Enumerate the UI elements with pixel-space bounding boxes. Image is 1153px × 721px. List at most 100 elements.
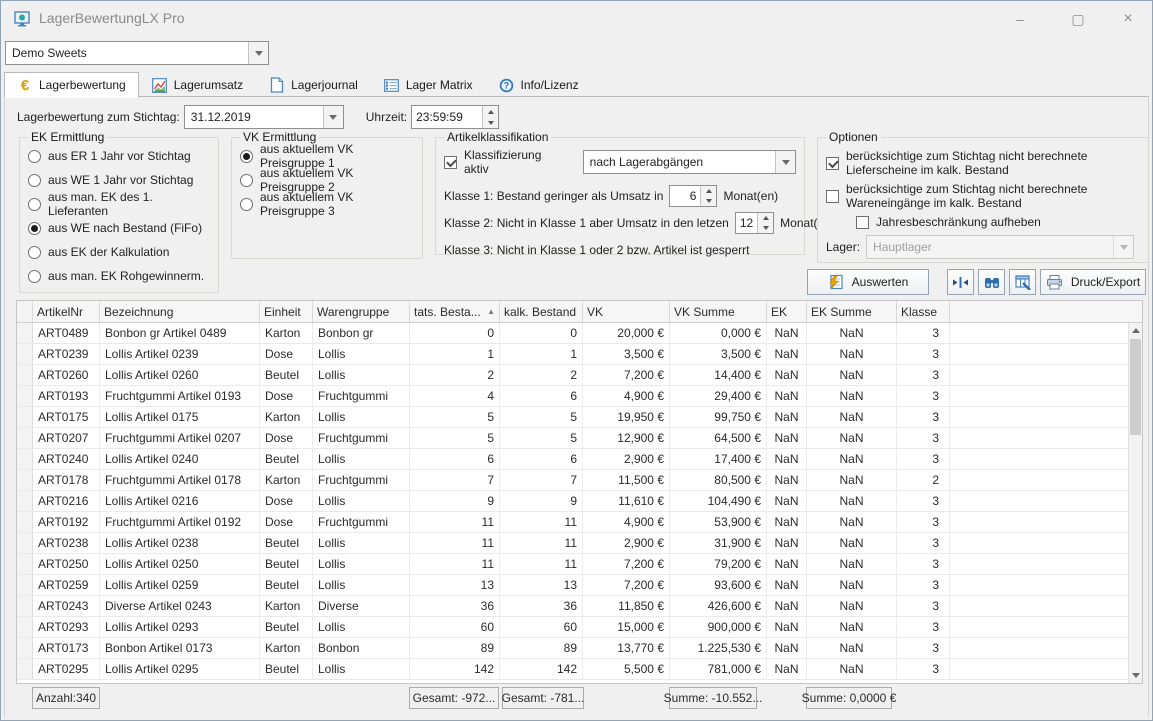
- stichtag-date-select[interactable]: 31.12.2019: [184, 105, 344, 129]
- column-header-vk_summe[interactable]: VK Summe: [670, 301, 767, 322]
- row-selector-cell[interactable]: [17, 386, 33, 406]
- table-row[interactable]: ART0295Lollis Artikel 0295BeutelLollis14…: [17, 659, 1142, 680]
- row-selector-cell[interactable]: [17, 407, 33, 427]
- column-header-ek[interactable]: EK: [767, 301, 807, 322]
- tab-lagerumsatz[interactable]: Lagerumsatz: [139, 73, 256, 97]
- checkbox-checked-icon[interactable]: [826, 157, 839, 170]
- uhrzeit-spinner[interactable]: [482, 106, 498, 128]
- row-selector-cell[interactable]: [17, 428, 33, 448]
- option-checkbox-2[interactable]: berücksichtige zum Stichtag nicht berech…: [826, 182, 1140, 210]
- klasse2-spinner[interactable]: [757, 213, 773, 233]
- radio-icon[interactable]: [28, 198, 41, 211]
- spin-down-icon[interactable]: [701, 196, 716, 206]
- radio-icon[interactable]: [28, 246, 41, 259]
- radio-icon[interactable]: [28, 270, 41, 283]
- spin-up-icon[interactable]: [701, 186, 716, 196]
- column-header-ek_summe[interactable]: EK Summe: [807, 301, 897, 322]
- row-selector-cell[interactable]: [17, 596, 33, 616]
- maximize-button[interactable]: ▢: [1066, 7, 1090, 31]
- radio-option-ek_ermittlung-6[interactable]: aus man. EK Rohgewinnerm.: [28, 264, 210, 288]
- row-selector-cell[interactable]: [17, 659, 33, 679]
- radio-option-vk_ermittlung-3[interactable]: aus aktuellem VK Preisgruppe 3: [240, 192, 414, 216]
- row-selector-cell[interactable]: [17, 470, 33, 490]
- column-header-tats_bestand[interactable]: tats. Besta...▲: [410, 301, 500, 322]
- search-button[interactable]: [978, 269, 1005, 295]
- tab-lagerbewertung[interactable]: €Lagerbewertung: [4, 72, 139, 98]
- column-header-vk[interactable]: VK: [583, 301, 670, 322]
- table-row[interactable]: ART0243Diverse Artikel 0243KartonDiverse…: [17, 596, 1142, 617]
- customize-columns-button[interactable]: [1009, 269, 1036, 295]
- column-header-kalk_bestand[interactable]: kalk. Bestand: [500, 301, 583, 322]
- table-row[interactable]: ART0192Fruchtgummi Artikel 0192DoseFruch…: [17, 512, 1142, 533]
- scroll-up-icon[interactable]: [1129, 323, 1142, 338]
- klassifikation-dropdown-button[interactable]: [775, 151, 795, 173]
- option-checkbox-1[interactable]: berücksichtige zum Stichtag nicht berech…: [826, 149, 1140, 177]
- table-row[interactable]: ART0489Bonbon gr Artikel 0489KartonBonbo…: [17, 323, 1142, 344]
- row-selector-cell[interactable]: [17, 344, 33, 364]
- radio-option-ek_ermittlung-1[interactable]: aus ER 1 Jahr vor Stichtag: [28, 144, 210, 168]
- table-row[interactable]: ART0193Fruchtgummi Artikel 0193DoseFruch…: [17, 386, 1142, 407]
- fit-columns-button[interactable]: [947, 269, 974, 295]
- table-row[interactable]: ART0173Bonbon Artikel 0173KartonBonbon89…: [17, 638, 1142, 659]
- row-selector-cell[interactable]: [17, 575, 33, 595]
- table-row[interactable]: ART0259Lollis Artikel 0259BeutelLollis13…: [17, 575, 1142, 596]
- mandant-dropdown-button[interactable]: [248, 42, 268, 64]
- tab-lager-matrix[interactable]: Lager Matrix: [371, 73, 486, 97]
- radio-option-ek_ermittlung-3[interactable]: aus man. EK des 1. Lieferanten: [28, 192, 210, 216]
- row-selector-cell[interactable]: [17, 491, 33, 511]
- radio-option-ek_ermittlung-5[interactable]: aus EK der Kalkulation: [28, 240, 210, 264]
- uhrzeit-input[interactable]: 23:59:59: [411, 105, 499, 129]
- auswerten-button[interactable]: Auswerten: [807, 269, 929, 295]
- row-selector-cell[interactable]: [17, 323, 33, 343]
- spin-down-icon[interactable]: [758, 223, 773, 233]
- column-header-bezeichnung[interactable]: Bezeichnung: [100, 301, 260, 322]
- row-selector-cell[interactable]: [17, 365, 33, 385]
- column-header-klasse[interactable]: Klasse: [897, 301, 950, 322]
- table-row[interactable]: ART0238Lollis Artikel 0238BeutelLollis11…: [17, 533, 1142, 554]
- table-row[interactable]: ART0260Lollis Artikel 0260BeutelLollis22…: [17, 365, 1142, 386]
- column-header-warengruppe[interactable]: Warengruppe: [313, 301, 410, 322]
- radio-option-vk_ermittlung-2[interactable]: aus aktuellem VK Preisgruppe 2: [240, 168, 414, 192]
- vertical-scrollbar[interactable]: [1128, 323, 1142, 683]
- row-selector-cell[interactable]: [17, 554, 33, 574]
- spin-down-icon[interactable]: [483, 117, 498, 128]
- table-row[interactable]: ART0175Lollis Artikel 0175KartonLollis55…: [17, 407, 1142, 428]
- checkbox-icon[interactable]: [856, 216, 869, 229]
- table-row[interactable]: ART0293Lollis Artikel 0293BeutelLollis60…: [17, 617, 1142, 638]
- radio-icon[interactable]: [28, 174, 41, 187]
- klasse1-spinner[interactable]: [700, 186, 716, 206]
- row-selector-cell[interactable]: [17, 533, 33, 553]
- radio-selected-icon[interactable]: [240, 150, 253, 163]
- checkbox-checked-icon[interactable]: [444, 156, 457, 169]
- row-selector-cell[interactable]: [17, 449, 33, 469]
- spin-up-icon[interactable]: [483, 106, 498, 117]
- mandant-select[interactable]: Demo Sweets: [5, 41, 269, 65]
- row-selector-cell[interactable]: [17, 512, 33, 532]
- radio-icon[interactable]: [240, 198, 253, 211]
- row-selector-cell[interactable]: [17, 638, 33, 658]
- checkbox-icon[interactable]: [826, 190, 839, 203]
- klasse2-monate-input[interactable]: 12: [735, 212, 774, 234]
- spin-up-icon[interactable]: [758, 213, 773, 223]
- table-row[interactable]: ART0240Lollis Artikel 0240BeutelLollis66…: [17, 449, 1142, 470]
- table-row[interactable]: ART0178Fruchtgummi Artikel 0178KartonFru…: [17, 470, 1142, 491]
- radio-selected-icon[interactable]: [28, 222, 41, 235]
- klasse1-monate-input[interactable]: 6: [669, 185, 717, 207]
- table-row[interactable]: ART0239Lollis Artikel 0239DoseLollis113,…: [17, 344, 1142, 365]
- druck-export-button[interactable]: Druck/Export: [1040, 269, 1146, 295]
- radio-option-vk_ermittlung-1[interactable]: aus aktuellem VK Preisgruppe 1: [240, 144, 414, 168]
- stichtag-dropdown-button[interactable]: [323, 106, 343, 128]
- scrollbar-thumb[interactable]: [1130, 339, 1141, 435]
- tab-lagerjournal[interactable]: Lagerjournal: [256, 73, 371, 97]
- option-checkbox-3[interactable]: Jahresbeschränkung aufheben: [856, 215, 1140, 229]
- radio-option-ek_ermittlung-4[interactable]: aus WE nach Bestand (FiFo): [28, 216, 210, 240]
- minimize-button[interactable]: –: [1008, 7, 1032, 31]
- klassifikation-mode-select[interactable]: nach Lagerabgängen: [583, 150, 796, 174]
- radio-icon[interactable]: [240, 174, 253, 187]
- radio-option-ek_ermittlung-2[interactable]: aus WE 1 Jahr vor Stichtag: [28, 168, 210, 192]
- table-row[interactable]: ART0250Lollis Artikel 0250BeutelLollis11…: [17, 554, 1142, 575]
- radio-icon[interactable]: [28, 150, 41, 163]
- scroll-down-icon[interactable]: [1129, 668, 1142, 683]
- row-selector-cell[interactable]: [17, 617, 33, 637]
- table-row[interactable]: ART0216Lollis Artikel 0216DoseLollis9911…: [17, 491, 1142, 512]
